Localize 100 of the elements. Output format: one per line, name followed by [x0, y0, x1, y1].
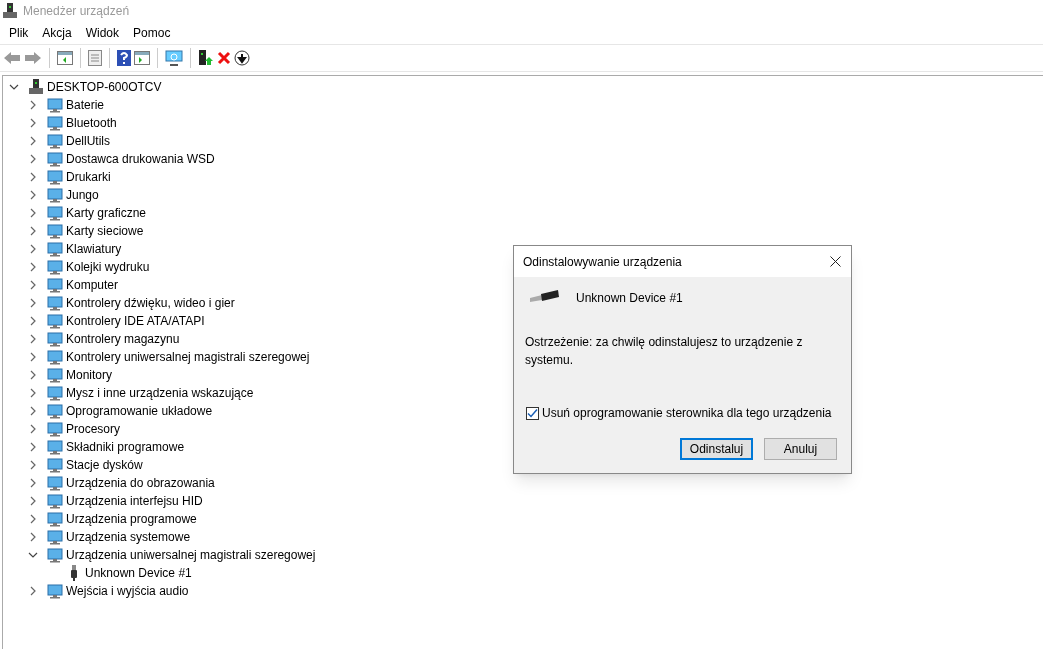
- tree-item[interactable]: Urządzenia do obrazowania: [66, 474, 215, 492]
- computer-tower-icon: [28, 79, 44, 95]
- device-category-icon: [47, 475, 63, 491]
- tree-item[interactable]: Dostawca drukowania WSD: [66, 150, 215, 168]
- device-category-icon: [47, 277, 63, 293]
- tree-item[interactable]: Składniki programowe: [66, 438, 185, 456]
- tree-item[interactable]: Urządzenia programowe: [66, 510, 197, 528]
- expand-chevron-icon[interactable]: [28, 316, 38, 326]
- device-category-icon: [47, 133, 63, 149]
- tree-item[interactable]: Bluetooth: [66, 114, 117, 132]
- dialog-button[interactable]: Odinstaluj: [680, 438, 753, 460]
- tree-item[interactable]: Baterie: [66, 96, 105, 114]
- tree-item[interactable]: Komputer: [66, 276, 119, 294]
- expand-chevron-icon[interactable]: [28, 496, 38, 506]
- warning-text: Ostrzeżenie: za chwilę odinstalujesz to urządzenie z systemu.: [525, 334, 804, 369]
- device-category-icon: [47, 187, 63, 203]
- expand-chevron-icon[interactable]: [28, 388, 38, 398]
- menu-item[interactable]: Plik: [2, 23, 36, 43]
- tree-item[interactable]: Urządzenia uniwersalnej magistrali szeregowej: [66, 546, 316, 564]
- expand-chevron-icon[interactable]: [28, 442, 38, 452]
- device-category-icon: [47, 313, 63, 329]
- help-icon[interactable]: [117, 50, 131, 66]
- device-category-icon: [47, 241, 63, 257]
- tree-item[interactable]: Monitory: [66, 366, 112, 384]
- collapse-chevron-icon[interactable]: [28, 550, 38, 560]
- device-category-icon: [47, 511, 63, 527]
- device-category-icon: [47, 493, 63, 509]
- device-category-icon: [47, 367, 63, 383]
- tree-item[interactable]: Karty graficzne: [66, 204, 147, 222]
- expand-chevron-icon[interactable]: [28, 244, 38, 254]
- usb-plug-icon: [528, 289, 560, 303]
- tree-item[interactable]: Oprogramowanie układowe: [66, 402, 213, 420]
- properties-sheet-icon[interactable]: [88, 50, 102, 66]
- device-category-icon: [47, 97, 63, 113]
- tree-item[interactable]: Jungo: [66, 186, 99, 204]
- dialog-title: Odinstalowywanie urządzenia: [523, 253, 682, 271]
- expand-chevron-icon[interactable]: [28, 190, 38, 200]
- forward-arrow-icon[interactable]: [24, 51, 42, 65]
- device-category-icon: [47, 223, 63, 239]
- expand-chevron-icon[interactable]: [28, 118, 38, 128]
- close-icon[interactable]: [830, 256, 841, 267]
- device-category-icon: [47, 403, 63, 419]
- device-category-icon: [47, 331, 63, 347]
- collapse-chevron-icon[interactable]: [9, 82, 19, 92]
- menu-item[interactable]: Akcja: [35, 23, 79, 43]
- expand-chevron-icon[interactable]: [28, 424, 38, 434]
- tree-item[interactable]: Karty sieciowe: [66, 222, 144, 240]
- window-pane-icon[interactable]: [134, 51, 150, 65]
- tree-item[interactable]: Kolejki wydruku: [66, 258, 150, 276]
- expand-chevron-icon[interactable]: [28, 136, 38, 146]
- tree-item[interactable]: DESKTOP-600OTCV: [47, 78, 162, 96]
- tree-item[interactable]: Kontrolery IDE ATA/ATAPI: [66, 312, 205, 330]
- checkbox[interactable]: [526, 406, 539, 420]
- expand-chevron-icon[interactable]: [28, 460, 38, 470]
- device-category-icon: [47, 385, 63, 401]
- expand-chevron-icon[interactable]: [28, 532, 38, 542]
- expand-chevron-icon[interactable]: [28, 298, 38, 308]
- expand-chevron-icon[interactable]: [28, 226, 38, 236]
- tree-item[interactable]: Urządzenia systemowe: [66, 528, 191, 546]
- window-title: Menedżer urządzeń: [23, 3, 130, 20]
- back-arrow-icon[interactable]: [3, 51, 21, 65]
- expand-chevron-icon[interactable]: [28, 478, 38, 488]
- expand-chevron-icon[interactable]: [28, 406, 38, 416]
- device-category-icon: [47, 529, 63, 545]
- tree-item[interactable]: Kontrolery uniwersalnej magistrali szeregowej: [66, 348, 310, 366]
- device-category-icon: [47, 583, 63, 599]
- update-driver-icon[interactable]: [198, 50, 214, 66]
- tree-item[interactable]: Unknown Device #1: [85, 564, 192, 582]
- uninstall-x-icon[interactable]: [217, 51, 231, 65]
- device-category-icon: [47, 205, 63, 221]
- menu-item[interactable]: Pomoc: [126, 23, 178, 43]
- expand-chevron-icon[interactable]: [28, 352, 38, 362]
- tree-item[interactable]: Kontrolery magazynu: [66, 330, 180, 348]
- monitor-search-icon[interactable]: [165, 50, 183, 66]
- expand-chevron-icon[interactable]: [28, 100, 38, 110]
- expand-chevron-icon[interactable]: [28, 262, 38, 272]
- expand-chevron-icon[interactable]: [28, 586, 38, 596]
- window-pane-icon[interactable]: [57, 51, 73, 65]
- device-name: Unknown Device #1: [576, 290, 683, 307]
- tree-item[interactable]: Klawiatury: [66, 240, 122, 258]
- expand-chevron-icon[interactable]: [28, 370, 38, 380]
- tree-item[interactable]: Procesory: [66, 420, 121, 438]
- expand-chevron-icon[interactable]: [28, 208, 38, 218]
- dialog-button[interactable]: Anuluj: [764, 438, 837, 460]
- expand-chevron-icon[interactable]: [28, 154, 38, 164]
- tree-item[interactable]: Kontrolery dźwięku, wideo i gier: [66, 294, 235, 312]
- checkbox-label[interactable]: Usuń oprogramowanie sterownika dla tego urządzenia: [542, 404, 832, 422]
- tree-item[interactable]: Stacje dysków: [66, 456, 143, 474]
- tree-item[interactable]: DellUtils: [66, 132, 110, 150]
- expand-chevron-icon[interactable]: [28, 172, 38, 182]
- tree-item[interactable]: Urządzenia interfejsu HID: [66, 492, 203, 510]
- device-manager-icon: [3, 3, 17, 19]
- device-category-icon: [47, 295, 63, 311]
- tree-item[interactable]: Mysz i inne urządzenia wskazujące: [66, 384, 254, 402]
- menu-item[interactable]: Widok: [78, 23, 127, 43]
- expand-chevron-icon[interactable]: [28, 334, 38, 344]
- tree-item[interactable]: Drukarki: [66, 168, 111, 186]
- tree-item[interactable]: Wejścia i wyjścia audio: [66, 582, 189, 600]
- expand-chevron-icon[interactable]: [28, 514, 38, 524]
- expand-chevron-icon[interactable]: [28, 280, 38, 290]
